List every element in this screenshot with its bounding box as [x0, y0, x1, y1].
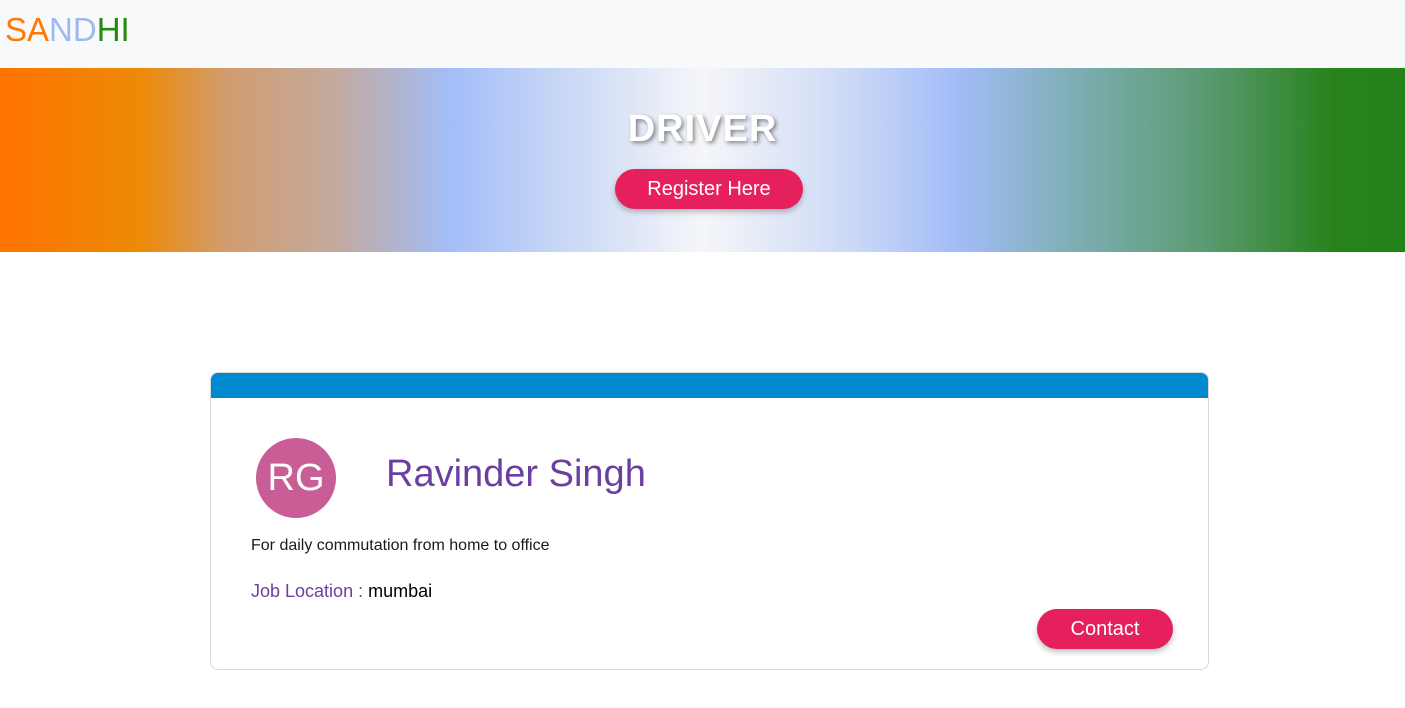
- job-location: Job Location : mumbai: [251, 581, 432, 602]
- navbar: SANDHI: [0, 0, 1405, 68]
- brand-part-2: ND: [49, 11, 97, 48]
- job-location-label: Job Location :: [251, 581, 364, 601]
- card-header-bar: [211, 373, 1208, 398]
- job-location-value: mumbai: [368, 581, 433, 601]
- hero-banner: DRIVER Register Here: [0, 68, 1405, 252]
- hero-title: DRIVER: [627, 108, 778, 150]
- brand-logo[interactable]: SANDHI: [5, 12, 130, 48]
- driver-card: RG Ravinder Singh For daily commutation …: [210, 372, 1209, 670]
- contact-button[interactable]: Contact: [1037, 609, 1173, 649]
- job-description: For daily commutation from home to offic…: [251, 537, 550, 554]
- driver-name: Ravinder Singh: [386, 453, 646, 495]
- register-button[interactable]: Register Here: [615, 169, 803, 209]
- avatar: RG: [256, 438, 336, 518]
- brand-part-1: SA: [5, 11, 50, 48]
- brand-part-3: HI: [96, 11, 130, 48]
